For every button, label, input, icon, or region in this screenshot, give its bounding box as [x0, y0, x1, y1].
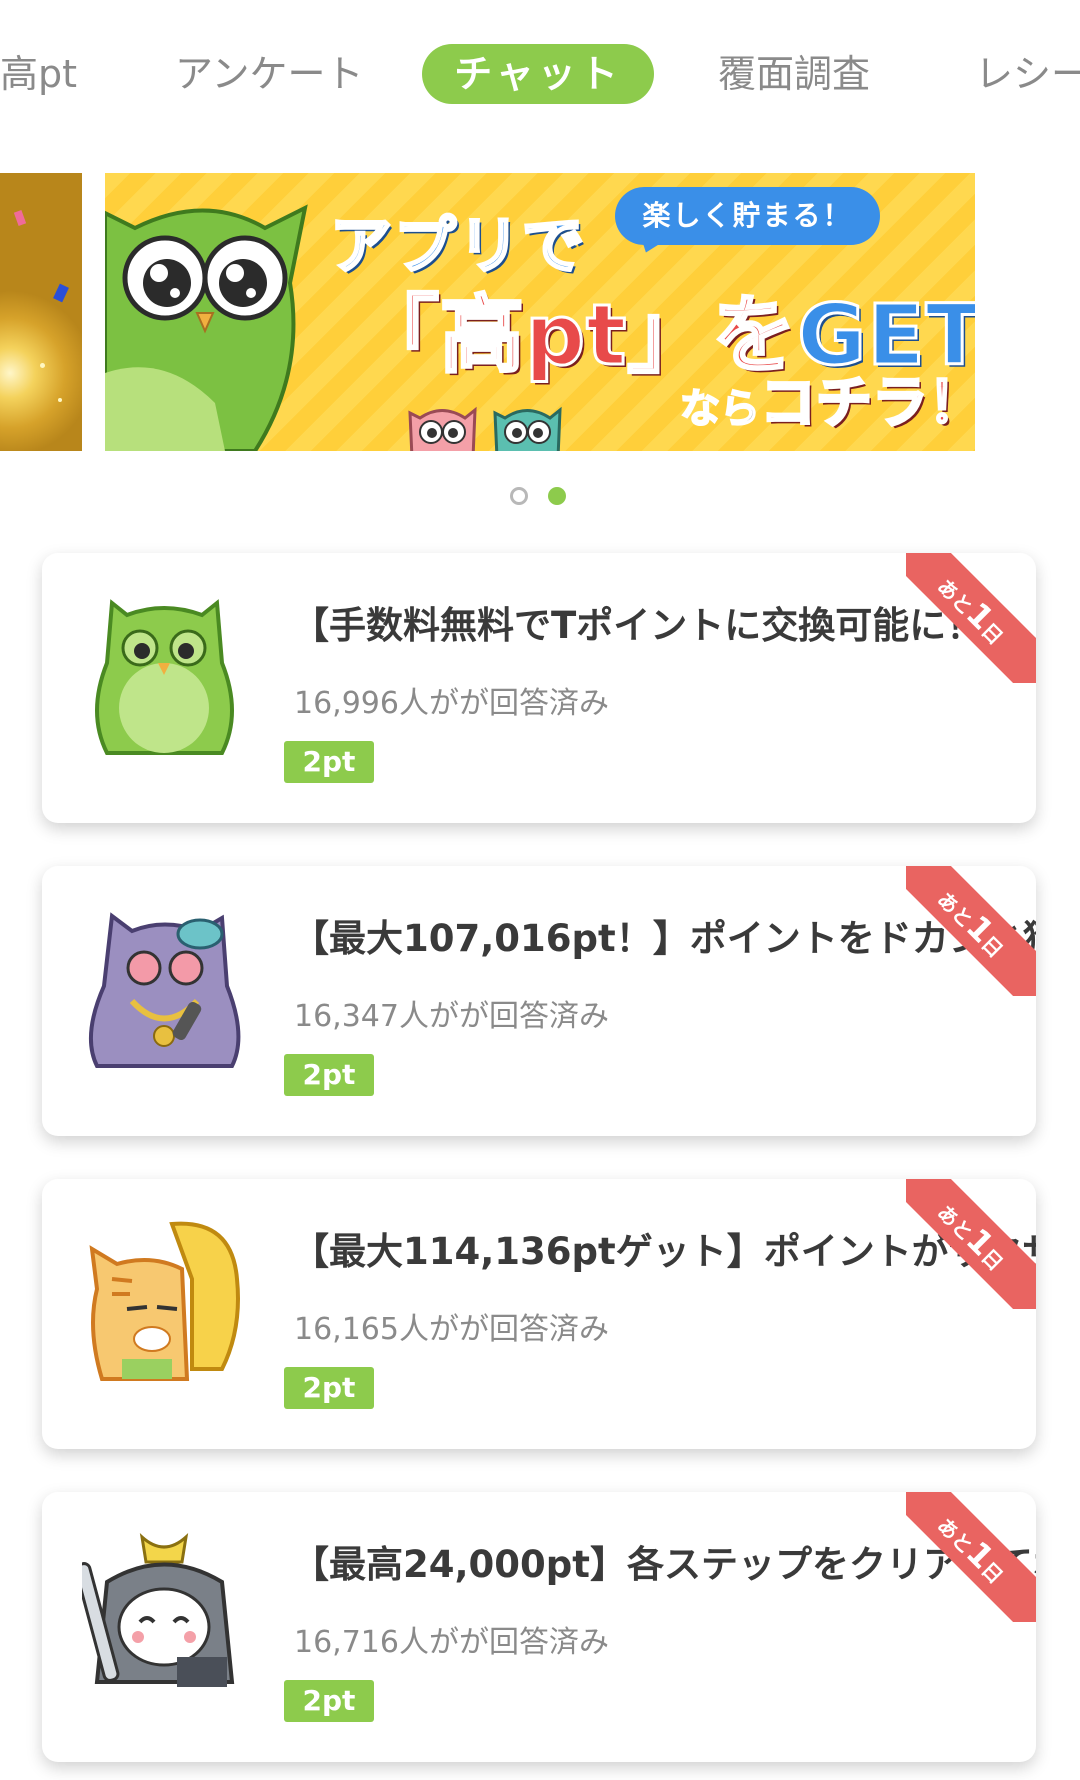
points-badge: 2pt [284, 1680, 374, 1722]
carousel-dot[interactable] [510, 487, 528, 505]
points-badge: 2pt [284, 1054, 374, 1096]
tab-chat[interactable]: チャット [422, 44, 654, 104]
chat-card[interactable]: 【最高24,000pt】各ステップをクリアしてポ 16,716人がが回答済み 2… [42, 1492, 1036, 1762]
chat-card[interactable]: 【手数料無料でTポイントに交換可能に！】 16,996人がが回答済み 2pt あ… [42, 553, 1036, 823]
chat-card[interactable]: 【最大114,136ptゲット】ポイントがザクザク 16,165人がが回答済み … [42, 1179, 1036, 1449]
points-badge: 2pt [284, 741, 374, 783]
deadline-ribbon: あと1日 [906, 553, 1036, 683]
tab-survey[interactable]: アンケート [175, 44, 363, 104]
app-promo-banner[interactable]: 楽しく貯まる！ アプリで 「高pt」をGETする ならコチラ！ [105, 173, 975, 451]
sparkle-shape [58, 398, 62, 402]
respondent-count: 16,347人がが回答済み [294, 999, 609, 1034]
previous-slide-banner[interactable] [0, 173, 82, 451]
respondent-count: 16,716人がが回答済み [294, 1625, 609, 1660]
green-owl-icon [95, 599, 234, 755]
category-tabs: 高pt アンケート チャット 覆面調査 レシー [0, 0, 1080, 150]
rapper-owl-icon [88, 912, 241, 1068]
tab-receipt[interactable]: レシー [975, 44, 1080, 104]
carousel-dot-active[interactable] [548, 487, 566, 505]
chat-card[interactable]: 【最大107,016pt！】ポイントをドカンと獲 16,347人がが回答済み 2… [42, 866, 1036, 1136]
deadline-ribbon: あと1日 [906, 866, 1036, 996]
banner-kochira: コチラ！ [759, 370, 976, 438]
samurai-cat-icon [82, 1533, 235, 1687]
tiger-icon [89, 1221, 240, 1381]
banner-nara: なら [679, 385, 761, 433]
tab-high-pt[interactable]: 高pt [0, 44, 77, 104]
tab-mystery-shopping[interactable]: 覆面調査 [718, 44, 870, 104]
pink-owl-icon [408, 406, 477, 451]
confetti-shape [13, 210, 27, 226]
teal-owl-icon [493, 406, 562, 451]
deadline-ribbon: あと1日 [906, 1179, 1036, 1309]
banner-carousel[interactable]: 楽しく貯まる！ アプリで 「高pt」をGETする ならコチラ！ [0, 173, 1080, 451]
sparkle-shape [40, 363, 45, 368]
banner-headline-3: ならコチラ！ [679, 358, 976, 439]
carousel-pagination [0, 487, 1080, 507]
deadline-ribbon: あと1日 [906, 1492, 1036, 1622]
points-badge: 2pt [284, 1367, 374, 1409]
respondent-count: 16,165人がが回答済み [294, 1312, 609, 1347]
confetti-shape [53, 283, 69, 303]
respondent-count: 16,996人がが回答済み [294, 686, 609, 721]
owl-mascot-icon [105, 204, 308, 451]
